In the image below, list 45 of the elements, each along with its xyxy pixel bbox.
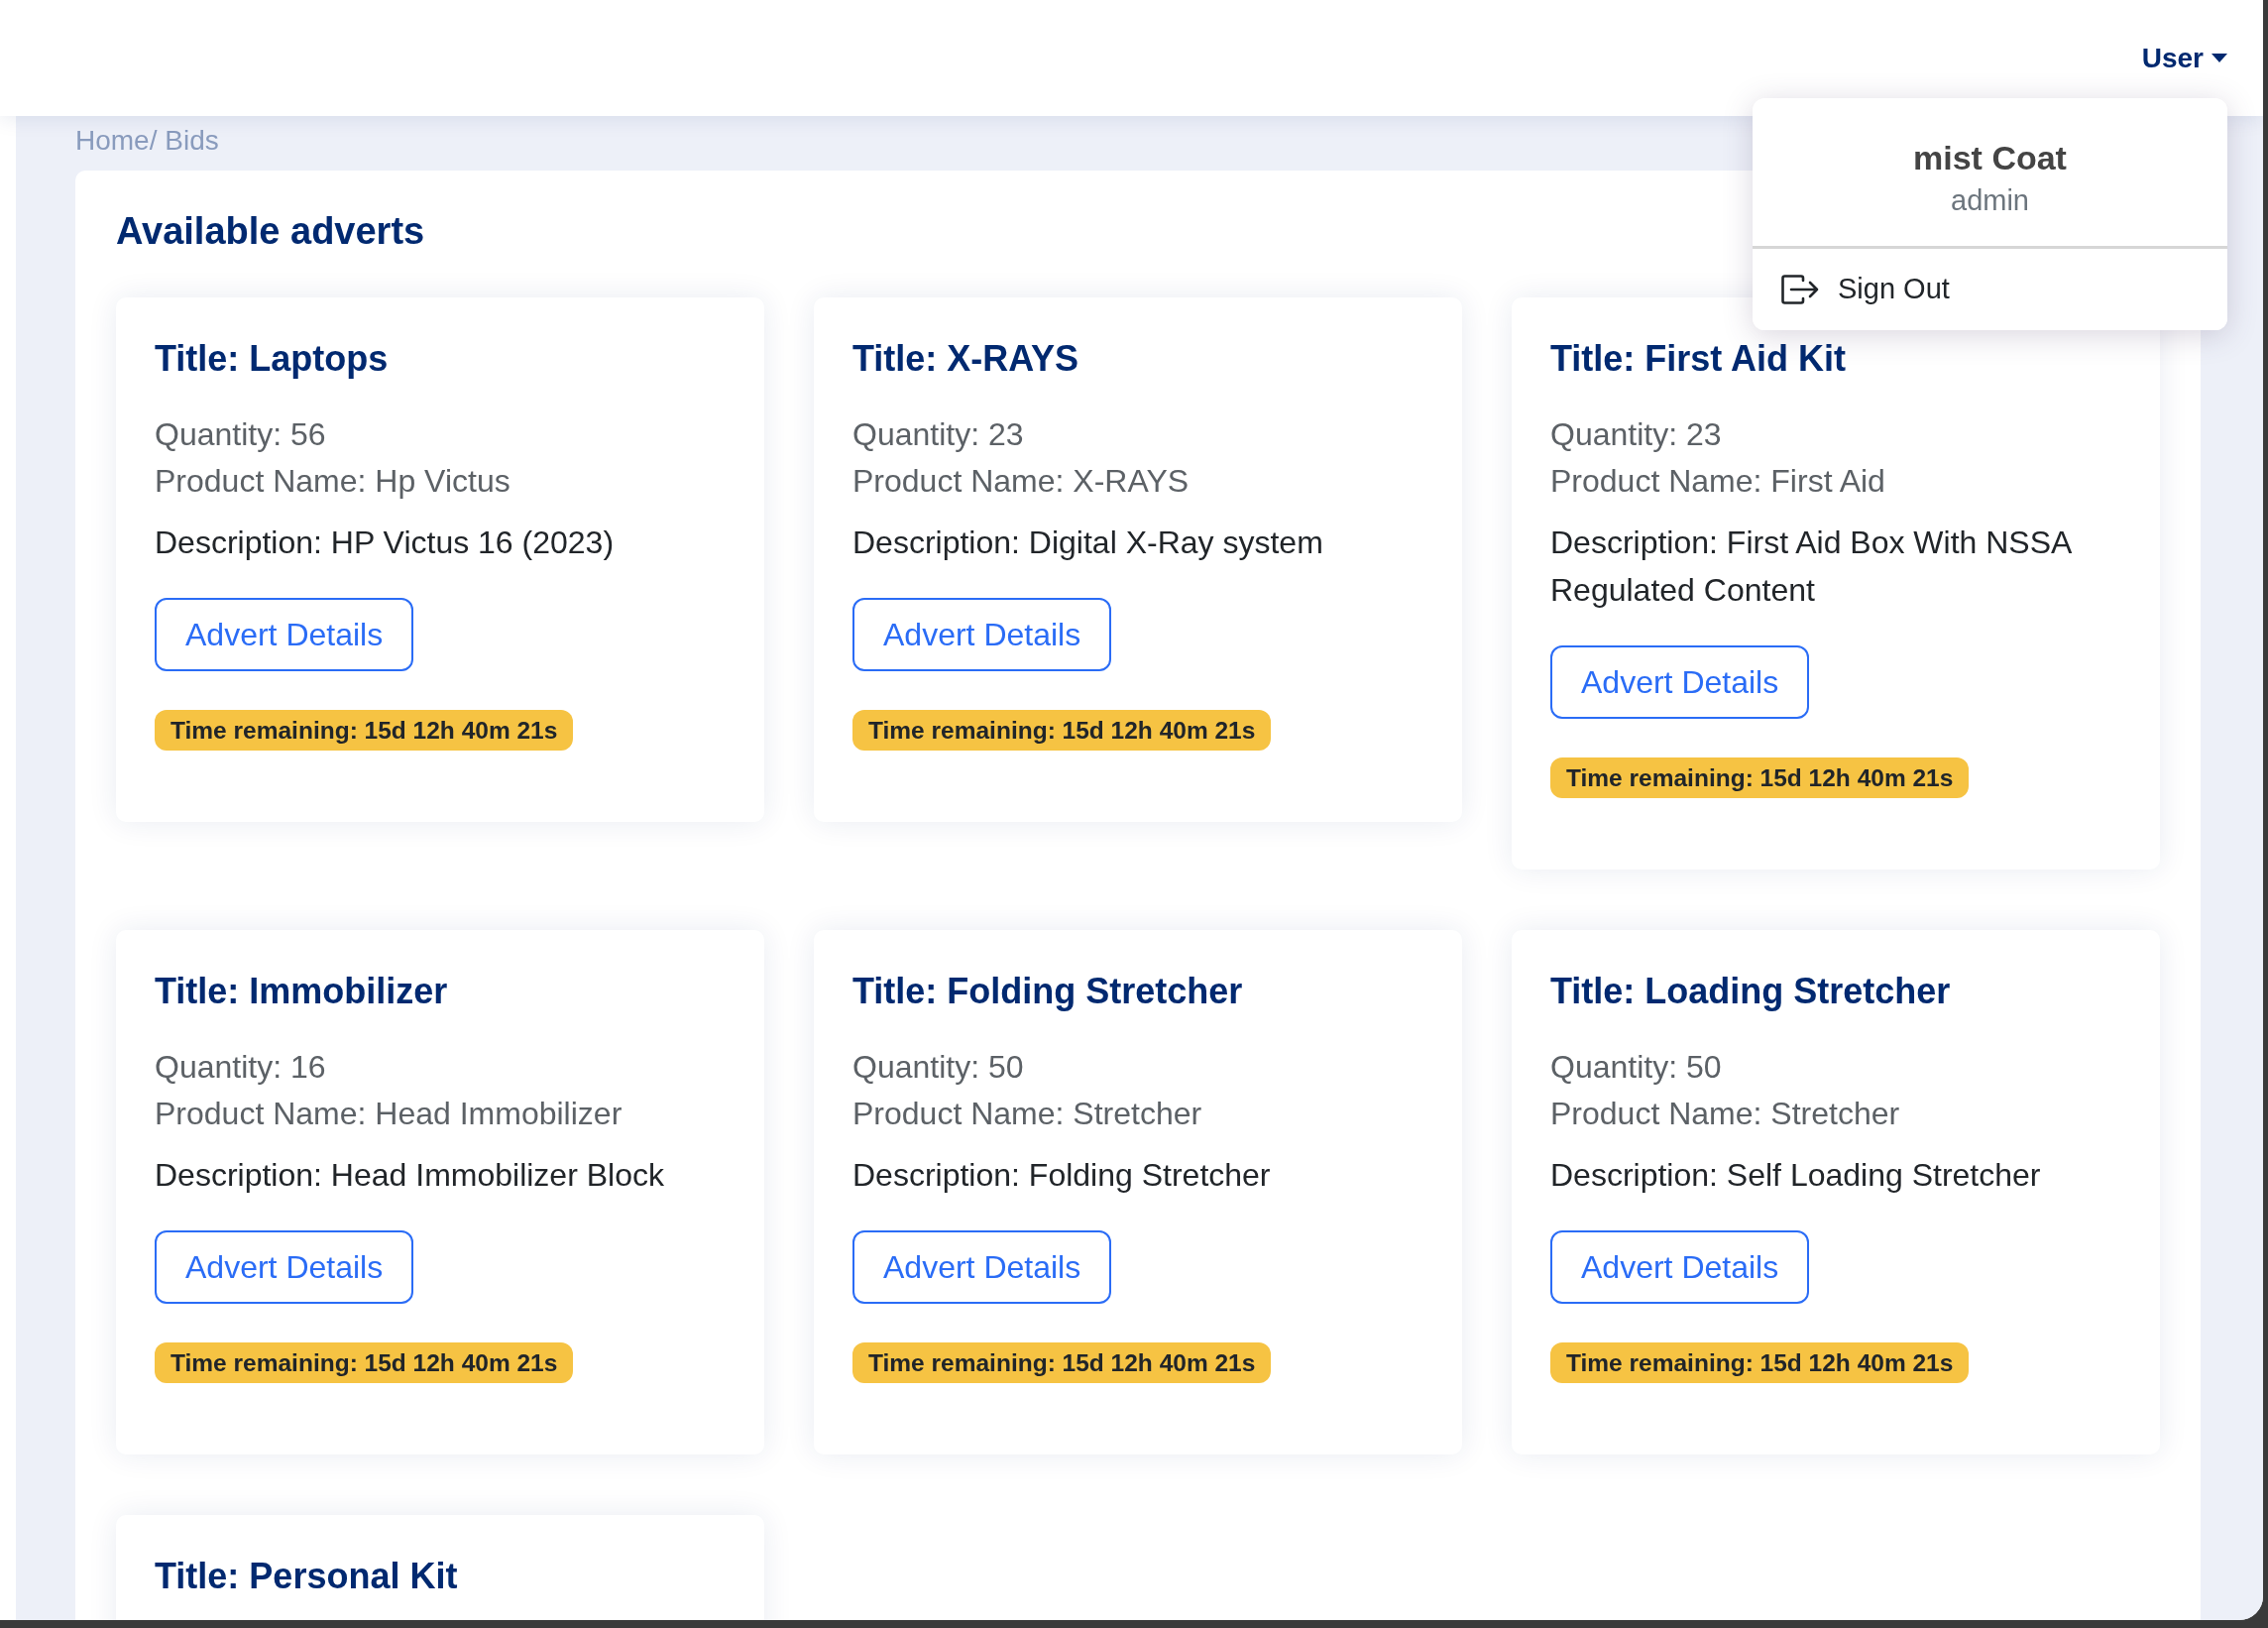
advert-title: Title: Personal Kit (155, 1555, 458, 1598)
advert-description: Description: First Aid Box With NSSA Regulated Content (1550, 523, 2073, 610)
advert-quantity: Quantity: 50 (852, 1048, 1024, 1087)
logout-icon (1781, 275, 1819, 304)
breadcrumb: Home/ Bids (75, 124, 219, 158)
section-title: Available adverts (116, 209, 426, 254)
time-remaining-badge: Time remaining: 15d 12h 40m 21s (1550, 1342, 1970, 1383)
advert-details-button[interactable]: Advert Details (1550, 645, 1810, 719)
advert-description: Description: Digital X-Ray system (852, 523, 1323, 562)
advert-product-name: Product Name: X-RAYS (852, 462, 1190, 501)
advert-title: Title: X-RAYS (852, 337, 1079, 381)
advert-description: Description: HP Victus 16 (2023) (155, 523, 615, 562)
advert-title: Title: Folding Stretcher (852, 970, 1243, 1013)
user-name: mist Coat (1913, 138, 2067, 178)
user-menu-button[interactable]: User (2141, 37, 2227, 79)
advert-product-name: Product Name: First Aid (1550, 462, 1885, 501)
advert-quantity: Quantity: 50 (1550, 1048, 1722, 1087)
advert-details-button[interactable]: Advert Details (1550, 1230, 1810, 1304)
caret-icon (2211, 54, 2227, 62)
advert-title: Title: Immobilizer (155, 970, 448, 1013)
advert-title: Title: Loading Stretcher (1550, 970, 1951, 1013)
advert-title: Title: First Aid Kit (1550, 337, 1846, 381)
time-remaining-badge: Time remaining: 15d 12h 40m 21s (852, 710, 1272, 751)
advert-description: Description: Head Immobilizer Block (155, 1156, 664, 1195)
advert-details-button[interactable]: Advert Details (155, 1230, 414, 1304)
advert-details-button[interactable]: Advert Details (852, 598, 1112, 671)
advert-quantity: Quantity: 16 (155, 1048, 326, 1087)
sign-out-item[interactable]: Sign Out (1753, 249, 2227, 330)
advert-product-name: Product Name: Head Immobilizer (155, 1095, 623, 1133)
advert-quantity: Quantity: 23 (852, 415, 1024, 454)
advert-quantity: Quantity: 23 (1550, 415, 1722, 454)
advert-quantity: Quantity: 56 (155, 415, 326, 454)
user-role: admin (1951, 183, 2029, 218)
advert-details-button[interactable]: Advert Details (155, 598, 414, 671)
time-remaining-badge: Time remaining: 15d 12h 40m 21s (1550, 757, 1970, 798)
advert-details-button[interactable]: Advert Details (852, 1230, 1112, 1304)
advert-description: Description: Folding Stretcher (852, 1156, 1271, 1195)
advert-description: Description: Self Loading Stretcher (1550, 1156, 2041, 1195)
advert-title: Title: Laptops (155, 337, 389, 381)
time-remaining-badge: Time remaining: 15d 12h 40m 21s (155, 710, 574, 751)
time-remaining-badge: Time remaining: 15d 12h 40m 21s (852, 1342, 1272, 1383)
advert-product-name: Product Name: Stretcher (1550, 1095, 1900, 1133)
advert-product-name: Product Name: Stretcher (852, 1095, 1202, 1133)
advert-product-name: Product Name: Hp Victus (155, 462, 510, 501)
time-remaining-badge: Time remaining: 15d 12h 40m 21s (155, 1342, 574, 1383)
